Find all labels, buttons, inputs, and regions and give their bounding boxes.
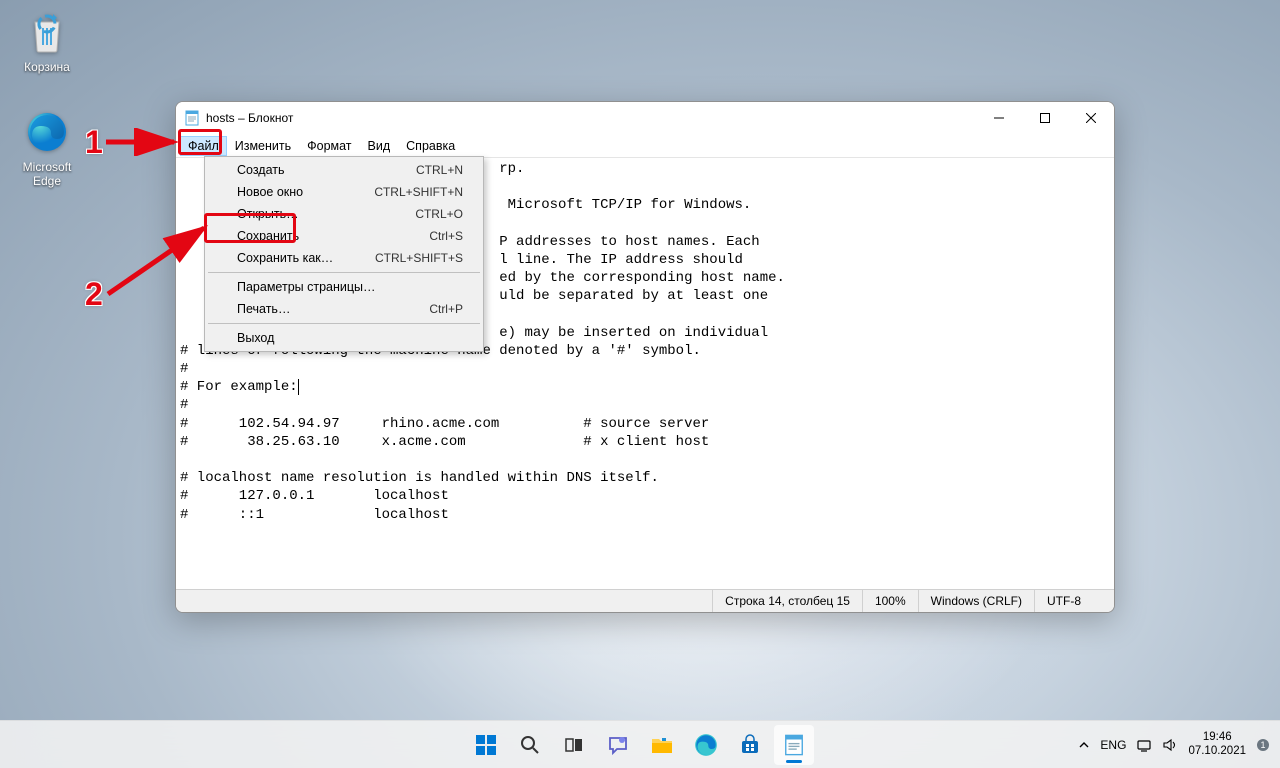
- edge-icon: [23, 108, 71, 156]
- status-cursor: Строка 14, столбец 15: [712, 590, 862, 612]
- chat-button[interactable]: [598, 725, 638, 765]
- notification-badge-icon: 1: [1256, 738, 1270, 752]
- annotation-number-1: 1: [85, 124, 103, 161]
- edge-label: Microsoft Edge: [10, 160, 84, 188]
- menu-separator: [208, 272, 480, 273]
- desktop-icon-recycle-bin[interactable]: Корзина: [10, 8, 84, 74]
- task-view-button[interactable]: [554, 725, 594, 765]
- search-button[interactable]: [510, 725, 550, 765]
- taskbar: ENG 19:46 07.10.2021 1: [0, 720, 1280, 768]
- volume-icon: [1162, 737, 1178, 753]
- notepad-taskbar-button[interactable]: [774, 725, 814, 765]
- store-button[interactable]: [730, 725, 770, 765]
- volume-button[interactable]: [1162, 737, 1178, 753]
- menu-help[interactable]: Справка: [398, 136, 463, 156]
- clock-time: 19:46: [1203, 731, 1232, 744]
- system-tray: ENG 19:46 07.10.2021 1: [1078, 731, 1280, 757]
- text-caret: [298, 379, 299, 395]
- status-encoding: UTF-8: [1034, 590, 1114, 612]
- menu-print[interactable]: Печать…Ctrl+P: [207, 298, 481, 320]
- annotation-arrow-1: [104, 128, 182, 156]
- search-icon: [519, 734, 541, 756]
- annotation-arrow-2: [104, 218, 214, 298]
- close-button[interactable]: [1068, 102, 1114, 134]
- menu-file[interactable]: Файл: [180, 136, 227, 156]
- windows-icon: [474, 733, 498, 757]
- chevron-up-icon: [1078, 739, 1090, 751]
- status-zoom: 100%: [862, 590, 918, 612]
- menu-format[interactable]: Формат: [299, 136, 359, 156]
- maximize-button[interactable]: [1022, 102, 1068, 134]
- window-title: hosts – Блокнот: [206, 111, 976, 125]
- recycle-bin-label: Корзина: [10, 60, 84, 74]
- menu-page-setup[interactable]: Параметры страницы…: [207, 276, 481, 298]
- menu-separator: [208, 323, 480, 324]
- edge-taskbar-button[interactable]: [686, 725, 726, 765]
- svg-text:1: 1: [1260, 740, 1265, 750]
- file-menu-dropdown: СоздатьCTRL+N Новое окноCTRL+SHIFT+N Отк…: [204, 156, 484, 352]
- menu-new-window[interactable]: Новое окноCTRL+SHIFT+N: [207, 181, 481, 203]
- clock-button[interactable]: 19:46 07.10.2021: [1188, 731, 1246, 757]
- menu-new[interactable]: СоздатьCTRL+N: [207, 159, 481, 181]
- notifications-button[interactable]: 1: [1256, 738, 1270, 752]
- menu-edit[interactable]: Изменить: [227, 136, 299, 156]
- notepad-icon: [783, 733, 805, 757]
- minimize-button[interactable]: [976, 102, 1022, 134]
- statusbar: Строка 14, столбец 15 100% Windows (CRLF…: [176, 589, 1114, 612]
- store-icon: [739, 734, 761, 756]
- start-button[interactable]: [466, 725, 506, 765]
- edge-icon: [694, 733, 718, 757]
- language-indicator[interactable]: ENG: [1100, 738, 1126, 752]
- chat-icon: [607, 734, 629, 756]
- titlebar[interactable]: hosts – Блокнот: [176, 102, 1114, 134]
- recycle-bin-icon: [23, 8, 71, 56]
- menu-save-as[interactable]: Сохранить как…CTRL+SHIFT+S: [207, 247, 481, 269]
- status-eol: Windows (CRLF): [918, 590, 1034, 612]
- editor-text-below: # # 102.54.94.97 rhino.acme.com # source…: [180, 397, 709, 522]
- network-button[interactable]: [1136, 737, 1152, 753]
- explorer-button[interactable]: [642, 725, 682, 765]
- network-icon: [1136, 737, 1152, 753]
- folder-icon: [650, 734, 674, 756]
- menu-exit[interactable]: Выход: [207, 327, 481, 349]
- menubar: Файл Изменить Формат Вид Справка: [176, 134, 1114, 158]
- menu-open[interactable]: Открыть…CTRL+O: [207, 203, 481, 225]
- desktop-icon-edge[interactable]: Microsoft Edge: [10, 108, 84, 188]
- taskbar-center: [466, 725, 814, 765]
- notepad-icon: [184, 110, 200, 126]
- clock-date: 07.10.2021: [1188, 745, 1246, 758]
- menu-save[interactable]: СохранитьCtrl+S: [207, 225, 481, 247]
- tray-overflow-button[interactable]: [1078, 739, 1090, 751]
- task-view-icon: [563, 734, 585, 756]
- annotation-number-2: 2: [85, 276, 103, 313]
- menu-view[interactable]: Вид: [360, 136, 399, 156]
